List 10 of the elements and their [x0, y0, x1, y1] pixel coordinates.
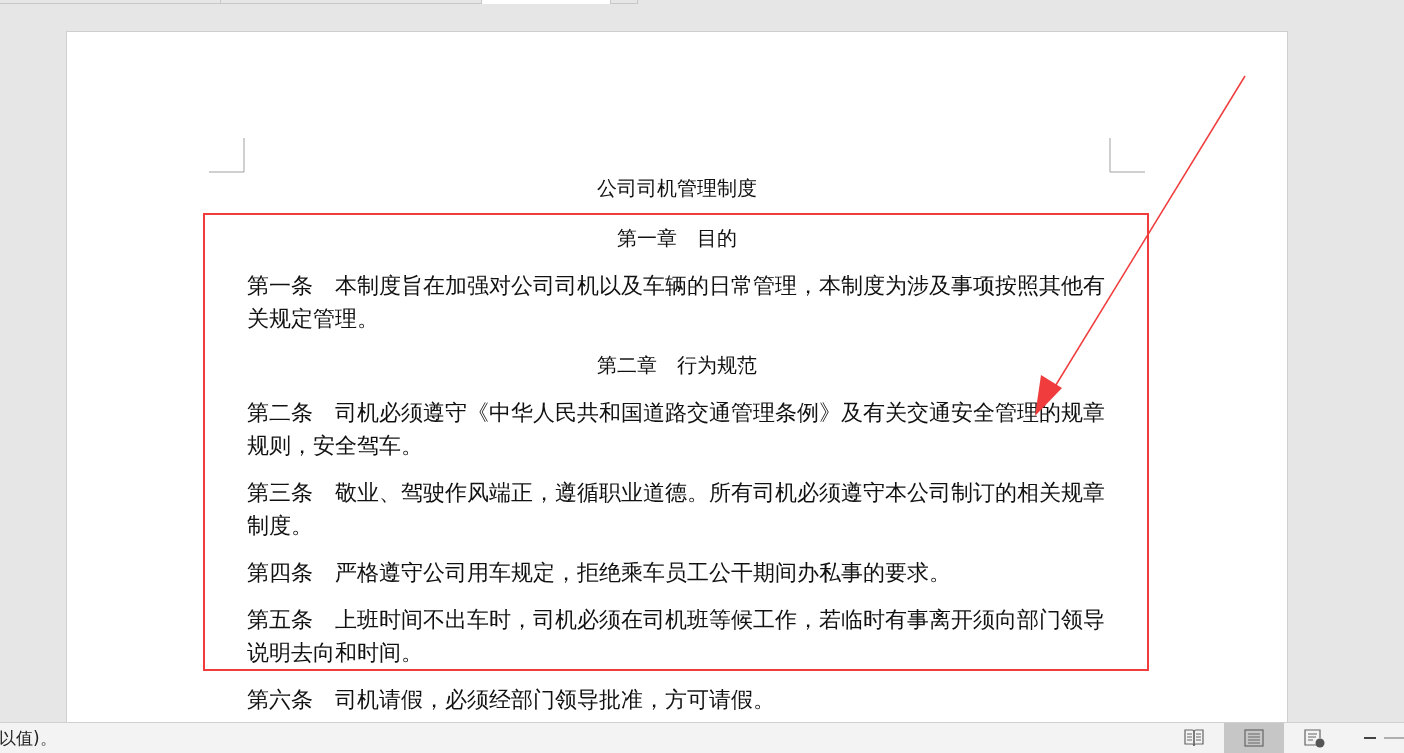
article-paragraph: 第二条 司机必须遵守《中华人民共和国道路交通管理条例》及有关交通安全管理的规章规则，安全驾车。 [247, 399, 1106, 460]
article-paragraph: 第四条 严格遵守公司用车规定，拒绝乘车员工公干期间办私事的要求。 [247, 559, 952, 587]
status-text: 以值)。 [0, 726, 57, 750]
article-paragraph: 第五条 上班时间不出车时，司机必须在司机班等候工作，若临时有事离开须向部门领导说明去向和时间。 [247, 606, 1106, 667]
article-paragraph: 第一条 本制度旨在加强对公司司机以及车辆的日常管理，本制度为涉及事项按照其他有关规定管理。 [247, 272, 1106, 333]
document-title: 公司司机管理制度 [597, 176, 757, 200]
article-paragraph: 第六条 司机请假，必须经部门领导批准，方可请假。 [247, 686, 776, 714]
article-paragraph: 第三条 敬业、驾驶作风端正，遵循职业道德。所有司机必须遵守本公司制订的相关规章制度。 [247, 479, 1106, 540]
chapter-heading: 第二章 行为规范 [597, 353, 757, 377]
chapter-heading: 第一章 目的 [617, 226, 737, 250]
